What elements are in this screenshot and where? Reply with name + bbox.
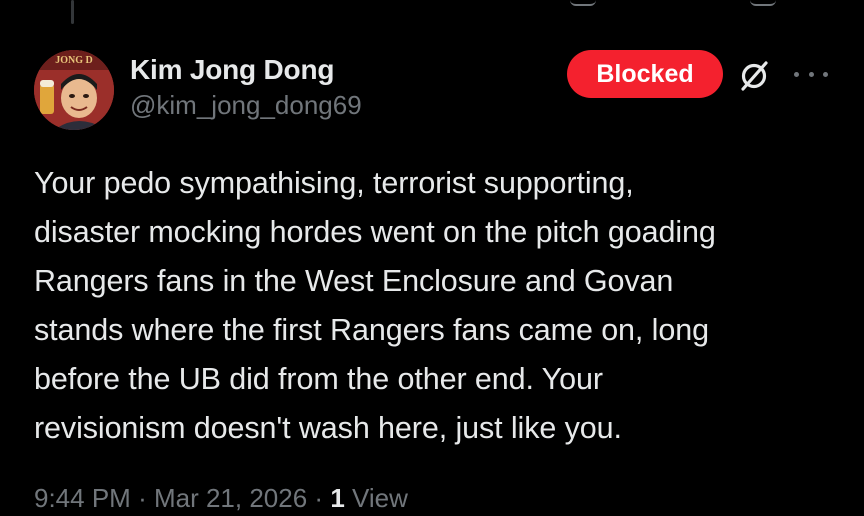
author-handle[interactable]: @kim_jong_dong69	[130, 88, 362, 122]
avatar-banner-text: JONG D	[55, 55, 93, 66]
thread-connector-line	[71, 0, 74, 24]
slashed-circle-icon[interactable]	[736, 58, 772, 94]
tweet-text-line: disaster mocking hordes went on the pitc…	[34, 215, 716, 249]
meta-separator: ·	[314, 483, 324, 513]
tweet-text-line: revisionism doesn't wash here, just like…	[34, 411, 622, 445]
blocked-button[interactable]: Blocked	[567, 50, 723, 98]
tweet-text: Your pedo sympathising, terrorist suppor…	[34, 159, 844, 453]
previous-tweet-actions-edge	[560, 0, 860, 10]
avatar[interactable]: JONG D	[34, 50, 114, 130]
tweet-meta: 9:44 PM · Mar 21, 2026 · 1 View	[34, 480, 408, 516]
author-info: Kim Jong Dong @kim_jong_dong69	[130, 52, 362, 122]
tweet-date[interactable]: Mar 21, 2026	[154, 483, 307, 513]
partial-icon	[570, 0, 596, 6]
views-label: View	[352, 483, 408, 513]
dot	[808, 71, 814, 77]
author-display-name[interactable]: Kim Jong Dong	[130, 52, 362, 88]
tweet-text-line: Rangers fans in the West Enclosure and G…	[34, 264, 674, 298]
dot	[823, 71, 828, 77]
partial-icon	[750, 0, 776, 6]
dot	[794, 71, 799, 77]
views-count: 1	[330, 483, 345, 513]
more-dots-icon[interactable]	[794, 62, 828, 86]
tweet-text-line: before the UB did from the other end. Yo…	[34, 362, 603, 396]
tweet-time[interactable]: 9:44 PM	[34, 483, 131, 513]
tweet-text-line: Your pedo sympathising, terrorist suppor…	[34, 166, 634, 200]
tweet-text-line: stands where the first Rangers fans came…	[34, 313, 709, 347]
avatar-image: JONG D	[34, 50, 114, 130]
meta-separator: ·	[138, 483, 147, 513]
